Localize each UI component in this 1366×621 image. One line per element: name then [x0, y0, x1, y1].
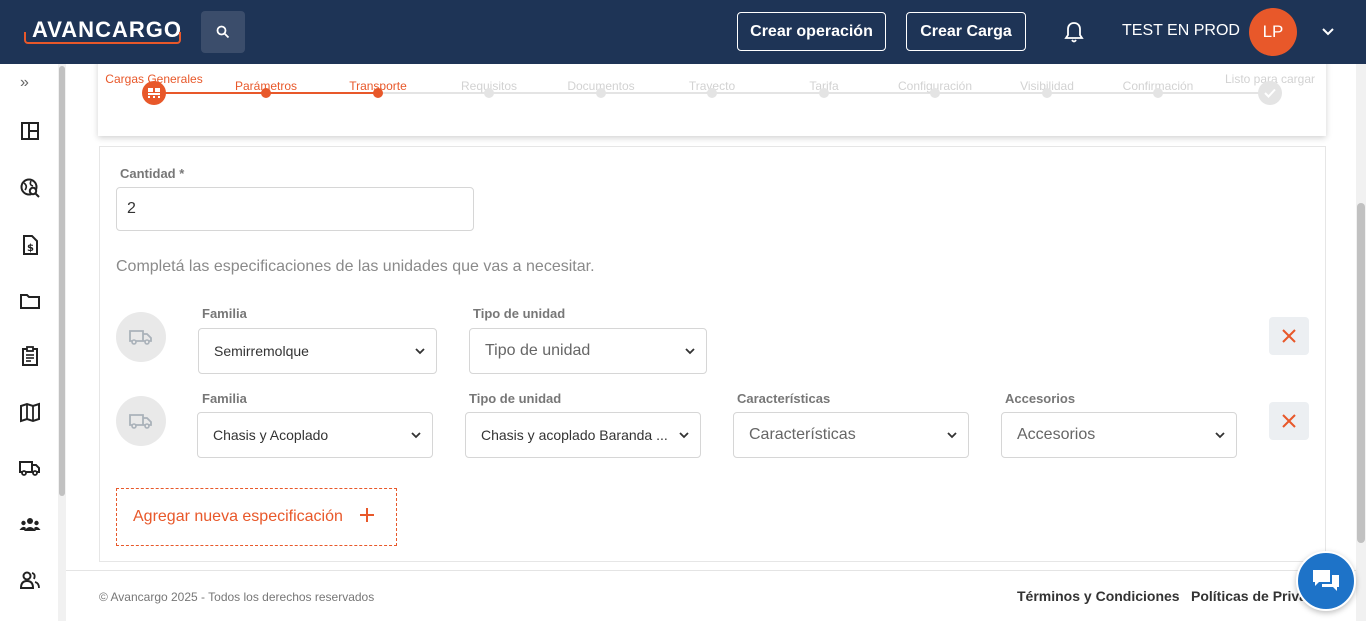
- step-dot: [707, 88, 717, 98]
- user-name[interactable]: TEST EN PROD: [1122, 22, 1240, 40]
- avancargo-logo[interactable]: AVANCARGO: [24, 16, 181, 46]
- chat-button[interactable]: [1296, 551, 1356, 611]
- unit-type-label: Tipo de unidad: [473, 306, 566, 321]
- unit-type-label: Tipo de unidad: [469, 391, 562, 406]
- step-final-marker[interactable]: [1258, 81, 1282, 105]
- transport-form: Cantidad * 2 Completá las especificacion…: [99, 146, 1326, 562]
- sidebar-expand-button[interactable]: »: [20, 74, 29, 92]
- create-operation-button[interactable]: Crear operación: [737, 12, 886, 51]
- chevron-down-icon: [411, 432, 421, 439]
- copyright-text: © Avancargo 2025 - Todos los derechos re…: [99, 590, 375, 604]
- main-content: Cargas Generales Parámetros Transporte R…: [66, 64, 1356, 570]
- logo-underline: [24, 32, 181, 44]
- truck-icon[interactable]: [19, 457, 41, 479]
- footer: © Avancargo 2025 - Todos los derechos re…: [66, 570, 1356, 621]
- unit-avatar: [116, 396, 166, 446]
- step-dot: [261, 88, 271, 98]
- bell-icon[interactable]: [1063, 20, 1085, 44]
- plus-icon: [360, 508, 374, 522]
- family-label: Familia: [202, 391, 247, 406]
- add-spec-button[interactable]: Agregar nueva especificación: [116, 488, 397, 546]
- stepper: Cargas Generales Parámetros Transporte R…: [98, 64, 1326, 136]
- clipboard-icon[interactable]: [19, 345, 41, 367]
- invoice-icon[interactable]: $: [19, 234, 41, 256]
- chevron-down-icon: [685, 348, 695, 355]
- folder-icon[interactable]: [19, 290, 41, 312]
- chat-icon: [1313, 570, 1339, 591]
- remove-spec-button[interactable]: [1269, 317, 1309, 355]
- unit-type-select[interactable]: Tipo de unidad: [469, 328, 707, 374]
- features-select-value: Características: [749, 426, 856, 443]
- family-select-value: Semirremolque: [214, 343, 309, 359]
- quantity-label: Cantidad *: [120, 166, 185, 181]
- features-select[interactable]: Características: [733, 412, 969, 458]
- page-scrollbar-thumb[interactable]: [1357, 203, 1365, 543]
- map-icon[interactable]: [19, 401, 41, 423]
- svg-text:$: $: [27, 243, 34, 254]
- top-bar: AVANCARGO Crear operación Crear Carga TE…: [0, 0, 1366, 64]
- accessories-label: Accesorios: [1005, 391, 1076, 406]
- step-dot: [373, 88, 383, 98]
- step-dot: [484, 88, 494, 98]
- chevron-down-icon: [1215, 432, 1225, 439]
- search-button[interactable]: [201, 11, 245, 53]
- accessories-select-value: Accesorios: [1017, 426, 1096, 443]
- quantity-input[interactable]: 2: [116, 187, 474, 231]
- sidebar-scrollbar-thumb[interactable]: [59, 66, 65, 496]
- accessories-select[interactable]: Accesorios: [1001, 412, 1237, 458]
- sidebar: » $: [0, 64, 58, 621]
- remove-spec-button[interactable]: [1269, 402, 1309, 440]
- avatar[interactable]: LP: [1249, 8, 1297, 56]
- family-select[interactable]: Semirremolque: [198, 328, 437, 374]
- pallet-icon: [148, 88, 160, 98]
- help-text: Completá las especificaciones de las uni…: [116, 258, 595, 275]
- truck-icon: [129, 330, 152, 345]
- step-dot: [930, 88, 940, 98]
- globe-search-icon[interactable]: [19, 177, 41, 199]
- terms-link[interactable]: Términos y Condiciones: [1017, 588, 1180, 604]
- unit-type-select-value: Chasis y acoplado Baranda ...: [481, 427, 668, 443]
- step-current-marker[interactable]: [142, 81, 166, 105]
- step-dot: [1042, 88, 1052, 98]
- users-icon[interactable]: [19, 569, 41, 591]
- group-icon[interactable]: [19, 513, 41, 535]
- truck-icon: [129, 414, 152, 429]
- step-dot: [1153, 88, 1163, 98]
- chevron-down-icon[interactable]: [1320, 24, 1336, 40]
- unit-type-select[interactable]: Chasis y acoplado Baranda ...: [465, 412, 701, 458]
- step-dot: [819, 88, 829, 98]
- close-icon: [1282, 329, 1296, 343]
- chevron-down-icon: [947, 432, 957, 439]
- unit-type-select-value: Tipo de unidad: [485, 342, 591, 359]
- family-select-value: Chasis y Acoplado: [213, 427, 329, 443]
- check-icon: [1264, 88, 1276, 98]
- create-load-button[interactable]: Crear Carga: [906, 12, 1026, 51]
- close-icon: [1282, 414, 1296, 428]
- search-icon: [216, 25, 230, 39]
- family-label: Familia: [202, 306, 247, 321]
- privacy-link[interactable]: Políticas de Priva: [1191, 588, 1307, 604]
- chevron-down-icon: [679, 432, 689, 439]
- dashboard-icon[interactable]: [19, 120, 41, 142]
- add-spec-label: Agregar nueva especificación: [133, 508, 343, 525]
- family-select[interactable]: Chasis y Acoplado: [197, 412, 433, 458]
- chevron-down-icon: [415, 348, 425, 355]
- unit-avatar: [116, 312, 166, 362]
- features-label: Características: [737, 391, 831, 406]
- step-dot: [596, 88, 606, 98]
